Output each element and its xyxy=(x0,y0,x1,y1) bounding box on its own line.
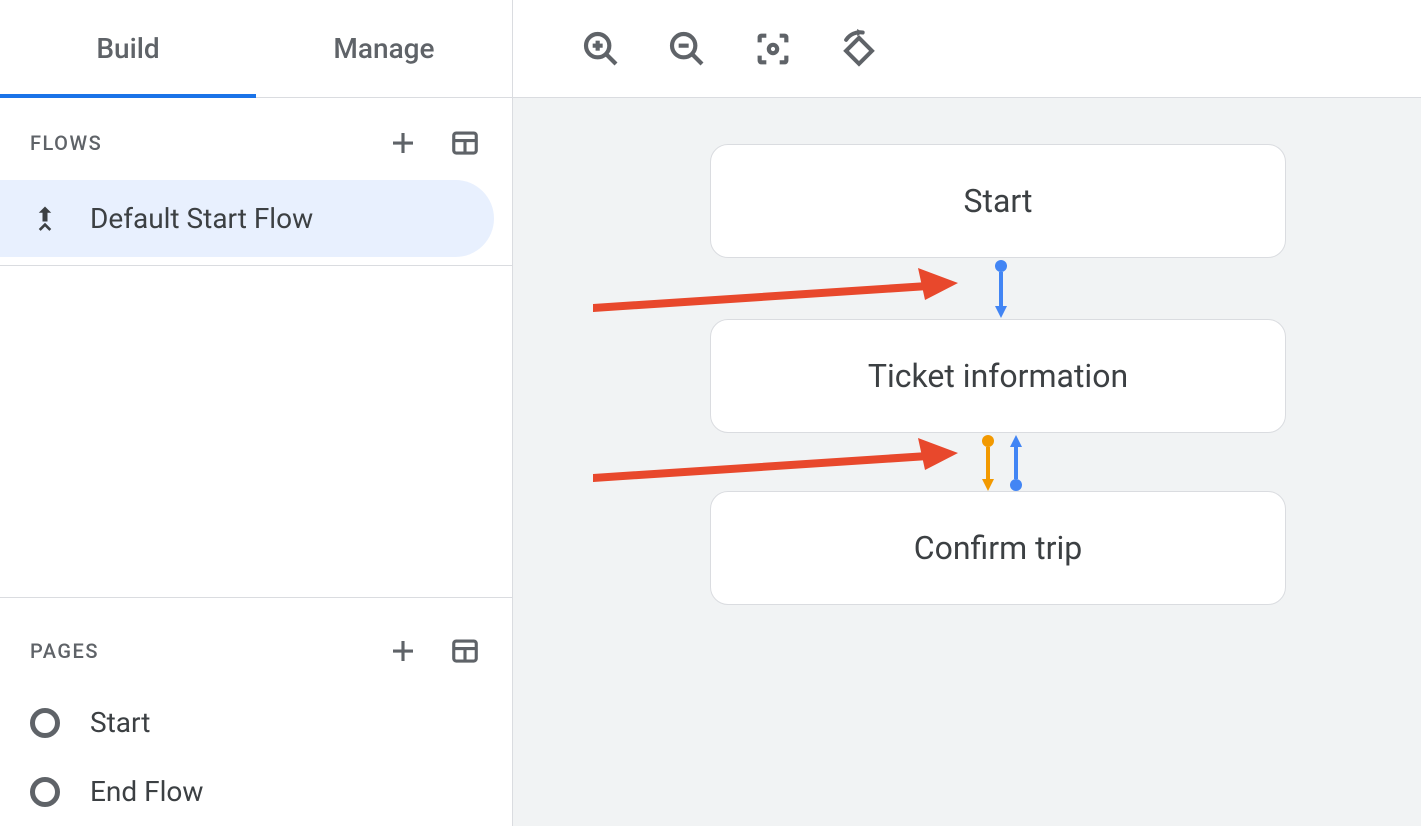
canvas-toolbar xyxy=(513,0,1421,98)
radio-icon xyxy=(30,708,60,738)
zoom-out-icon xyxy=(667,29,707,69)
table-icon xyxy=(450,128,480,158)
radio-icon xyxy=(30,777,60,807)
flows-actions xyxy=(386,126,482,160)
annotation-arrow-2 xyxy=(593,438,963,498)
center-focus-icon xyxy=(753,29,793,69)
tabs: Build Manage xyxy=(0,0,512,98)
flows-header: FLOWS xyxy=(0,98,512,180)
right-side: Start Ticket information Confirm trip xyxy=(513,0,1421,826)
rotate-reset-icon xyxy=(837,27,881,71)
node-confirm-trip[interactable]: Confirm trip xyxy=(710,491,1286,605)
pages-table-button[interactable] xyxy=(448,634,482,668)
zoom-in-icon xyxy=(581,29,621,69)
connector-ticket-to-confirm-down xyxy=(978,433,998,493)
tab-build[interactable]: Build xyxy=(0,0,256,97)
flows-section: FLOWS Default Start Flow xyxy=(0,98,512,266)
pages-header: PAGES xyxy=(0,606,512,688)
pages-title: PAGES xyxy=(30,639,99,663)
plus-icon xyxy=(388,128,418,158)
tab-manage[interactable]: Manage xyxy=(256,0,512,97)
flow-item-label: Default Start Flow xyxy=(90,202,313,235)
annotation-arrow-1 xyxy=(593,268,963,328)
connector-start-to-ticket xyxy=(991,258,1011,320)
flows-title: FLOWS xyxy=(30,131,102,155)
main-area: Build Manage FLOWS xyxy=(0,0,1421,826)
zoom-out-button[interactable] xyxy=(665,27,709,71)
add-flow-button[interactable] xyxy=(386,126,420,160)
pages-actions xyxy=(386,634,482,668)
tab-build-label: Build xyxy=(96,32,159,65)
canvas[interactable]: Start Ticket information Confirm trip xyxy=(513,98,1421,826)
node-label: Confirm trip xyxy=(914,529,1082,567)
page-item-label: End Flow xyxy=(90,775,203,808)
flow-item-default-start[interactable]: Default Start Flow xyxy=(0,180,494,257)
page-item-label: Start xyxy=(90,706,150,739)
plus-icon xyxy=(388,636,418,666)
pages-section: PAGES Start End Flow xyxy=(0,598,512,826)
node-ticket-information[interactable]: Ticket information xyxy=(710,319,1286,433)
zoom-in-button[interactable] xyxy=(579,27,623,71)
node-label: Start xyxy=(964,182,1033,220)
node-label: Ticket information xyxy=(868,357,1128,395)
flows-table-button[interactable] xyxy=(448,126,482,160)
page-item-end-flow[interactable]: End Flow xyxy=(0,757,512,826)
merge-icon xyxy=(30,204,60,234)
connector-confirm-to-ticket-up xyxy=(1006,433,1026,493)
node-start[interactable]: Start xyxy=(710,144,1286,258)
table-icon xyxy=(450,636,480,666)
sidebar: Build Manage FLOWS xyxy=(0,0,513,826)
fit-view-button[interactable] xyxy=(751,27,795,71)
page-item-start[interactable]: Start xyxy=(0,688,512,757)
sidebar-spacer xyxy=(0,266,512,598)
tab-manage-label: Manage xyxy=(333,32,434,65)
add-page-button[interactable] xyxy=(386,634,420,668)
reset-rotation-button[interactable] xyxy=(837,27,881,71)
